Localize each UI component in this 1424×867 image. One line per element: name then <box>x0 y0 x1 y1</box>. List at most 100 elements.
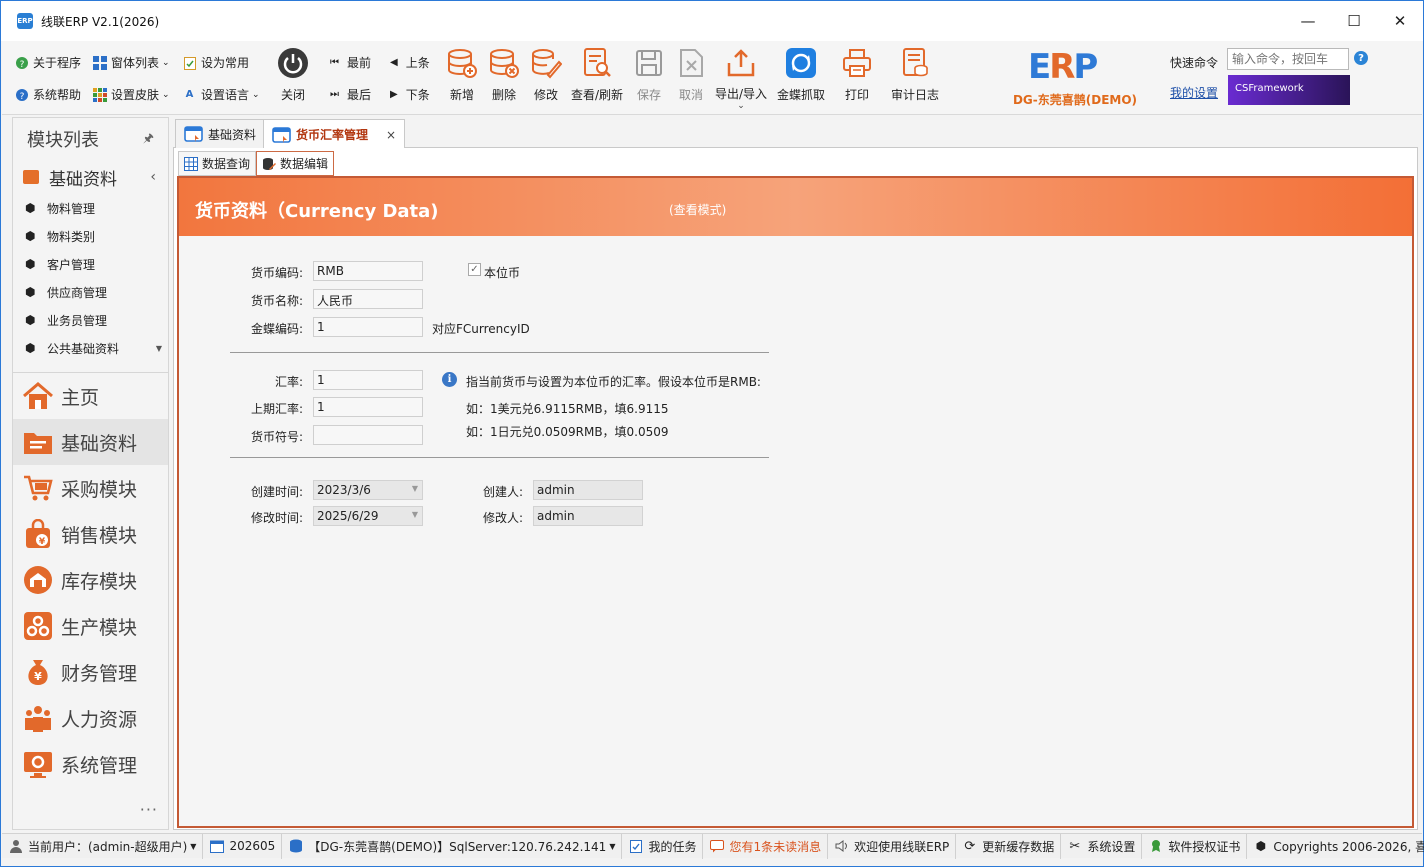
symbol-field[interactable] <box>313 425 423 445</box>
module-home[interactable]: 主页 <box>13 373 168 419</box>
welcome-text: 欢迎使用线联ERP <box>854 839 950 854</box>
language-button[interactable]: A 设置语言 ⌄ <box>182 86 260 103</box>
module-sales[interactable]: ¥ 销售模块 <box>13 511 168 557</box>
csframework-banner[interactable]: CSFramework <box>1228 75 1350 105</box>
shopping-bag-icon: ¥ <box>21 518 55 550</box>
first-arrow-icon: ⏮ <box>330 57 339 68</box>
unread-messages-text: 您有1条未读消息 <box>729 839 822 854</box>
module-production[interactable]: 生产模块 <box>13 603 168 649</box>
more-modules-icon[interactable]: ··· <box>140 800 158 819</box>
module-label: 财务管理 <box>61 662 138 685</box>
created-time-value: 2023/3/6 <box>317 483 371 497</box>
local-currency-checkbox[interactable]: ✓ <box>468 263 481 276</box>
modifier-field[interactable]: admin <box>533 506 643 526</box>
nav-item-material[interactable]: ⬢ 物料管理 <box>13 194 168 222</box>
cube-icon: ⬢ <box>25 313 36 327</box>
currency-form: 货币资料（Currency Data) (查看模式) 货币编码: RMB ✓ 本… <box>177 176 1414 828</box>
export-import-button[interactable]: 导出/导入 ⌄ <box>712 44 770 111</box>
my-settings-link[interactable]: 我的设置 <box>1170 84 1218 101</box>
tab-currency-rate[interactable]: 货币汇率管理 × <box>263 119 406 149</box>
about-label: 关于程序 <box>33 56 82 70</box>
audit-log-button[interactable]: 审计日志 <box>886 44 944 110</box>
tab-basic-data[interactable]: 基础资料 <box>175 119 266 148</box>
pin-icon[interactable]: 🖈 <box>143 129 154 150</box>
module-basic-data[interactable]: 基础资料 <box>13 419 168 465</box>
close-window-button[interactable]: ✕ <box>1377 1 1423 41</box>
refresh-cache-status[interactable]: ⟳ 更新缓存数据 <box>956 833 1062 859</box>
kingdee-fetch-button[interactable]: 金蝶抓取 <box>772 44 830 110</box>
module-hr[interactable]: 人力资源 <box>13 695 168 741</box>
nav-item-salesperson[interactable]: ⬢ 业务员管理 <box>13 306 168 334</box>
prev-record-button[interactable]: ◀ 上条 <box>390 54 430 71</box>
next-record-button[interactable]: ▶ 下条 <box>390 86 430 103</box>
company-logo: ERP DG-东莞喜鹊(DEMO) <box>1012 45 1137 111</box>
about-button[interactable]: ? 关于程序 <box>14 54 81 71</box>
tab-close-icon[interactable]: × <box>386 128 396 142</box>
cube-icon: ⬢ <box>25 257 36 271</box>
view-refresh-button[interactable]: 查看/刷新 <box>568 44 626 110</box>
svg-text:?: ? <box>19 92 24 102</box>
set-common-button[interactable]: 设为常用 <box>182 54 249 71</box>
module-system[interactable]: 系统管理 <box>13 741 168 787</box>
about-icon: ? <box>14 55 29 70</box>
currency-name-field[interactable]: 人民币 <box>313 289 423 309</box>
rate-field[interactable]: 1 <box>313 370 423 390</box>
database-delete-icon <box>487 46 521 80</box>
scroll-down-icon[interactable]: ▼ <box>156 344 162 353</box>
module-panel-header: 模块列表 🖈 <box>13 118 168 160</box>
window-list-button[interactable]: 窗体列表 ⌄ <box>92 54 170 71</box>
edit-label: 修改 <box>533 88 558 102</box>
tab-data-query[interactable]: 数据查询 <box>178 151 257 176</box>
nav-item-material-category[interactable]: ⬢ 物料类别 <box>13 222 168 250</box>
collapse-chevron-icon[interactable]: ‹ <box>150 169 156 185</box>
quick-help-icon[interactable]: ? <box>1354 51 1368 65</box>
close-module-button[interactable]: 关闭 <box>264 44 322 110</box>
module-inventory[interactable]: 库存模块 <box>13 557 168 603</box>
speaker-icon <box>834 839 849 854</box>
database-add-icon <box>445 46 479 80</box>
kingdee-code-field[interactable]: 1 <box>313 317 423 337</box>
currency-code-field[interactable]: RMB <box>313 261 423 281</box>
tab-label: 货币汇率管理 <box>296 128 369 142</box>
folder-icon <box>21 426 55 458</box>
copyright-text: Copyrights 2006-2026, 喜 <box>1273 839 1424 854</box>
nav-item-public-data[interactable]: ⬢ 公共基础资料 ▼ <box>13 334 168 362</box>
grid-icon <box>184 156 198 171</box>
currency-name-label: 货币名称: <box>250 294 303 308</box>
nav-item-customer[interactable]: ⬢ 客户管理 <box>13 250 168 278</box>
my-tasks-status[interactable]: 我的任务 <box>622 833 704 859</box>
unread-messages-status[interactable]: 您有1条未读消息 <box>703 833 829 859</box>
kingdee-code-label: 金蝶编码: <box>250 322 303 336</box>
module-label: 采购模块 <box>61 478 138 501</box>
print-button[interactable]: 打印 <box>828 44 886 110</box>
module-label: 生产模块 <box>61 616 138 639</box>
prev-rate-field[interactable]: 1 <box>313 397 423 417</box>
system-settings-status[interactable]: ✂ 系统设置 <box>1061 833 1143 859</box>
quick-command-input[interactable] <box>1227 48 1349 70</box>
message-icon <box>709 839 724 854</box>
maximize-button[interactable]: ☐ <box>1331 1 1377 41</box>
module-purchase[interactable]: 采购模块 <box>13 465 168 511</box>
monitor-settings-icon <box>21 748 55 780</box>
nav-group-basic-data[interactable]: 基础资料 ‹ <box>13 160 168 194</box>
first-record-button[interactable]: ⏮ 最前 <box>330 54 371 71</box>
last-record-button[interactable]: ⏭ 最后 <box>330 86 371 103</box>
my-tasks-text: 我的任务 <box>648 839 697 854</box>
period-status[interactable]: 202605 <box>203 833 283 859</box>
edit-button[interactable]: 修改 <box>517 44 575 110</box>
current-user-status[interactable]: 当前用户：(admin-超级用户) ▼ <box>2 833 204 859</box>
tab-data-edit[interactable]: 数据编辑 <box>256 151 335 176</box>
module-finance[interactable]: ¥ 财务管理 <box>13 649 168 695</box>
license-status[interactable]: 软件授权证书 <box>1142 833 1248 859</box>
dropdown-chevron-icon: ⌄ <box>162 89 170 100</box>
clipboard-icon <box>628 839 643 854</box>
language-label: 设置语言 <box>201 88 250 102</box>
help-button[interactable]: ? 系统帮助 <box>14 86 81 103</box>
nav-item-supplier[interactable]: ⬢ 供应商管理 <box>13 278 168 306</box>
skin-button[interactable]: 设置皮肤 ⌄ <box>92 86 170 103</box>
creator-field[interactable]: admin <box>533 480 643 500</box>
minimize-button[interactable]: — <box>1285 1 1331 41</box>
server-status[interactable]: 【DG-东莞喜鹊(DEMO)】SqlServer:120.76.242.141 … <box>282 833 623 859</box>
user-icon <box>8 839 23 854</box>
audit-log-label: 审计日志 <box>890 88 939 102</box>
